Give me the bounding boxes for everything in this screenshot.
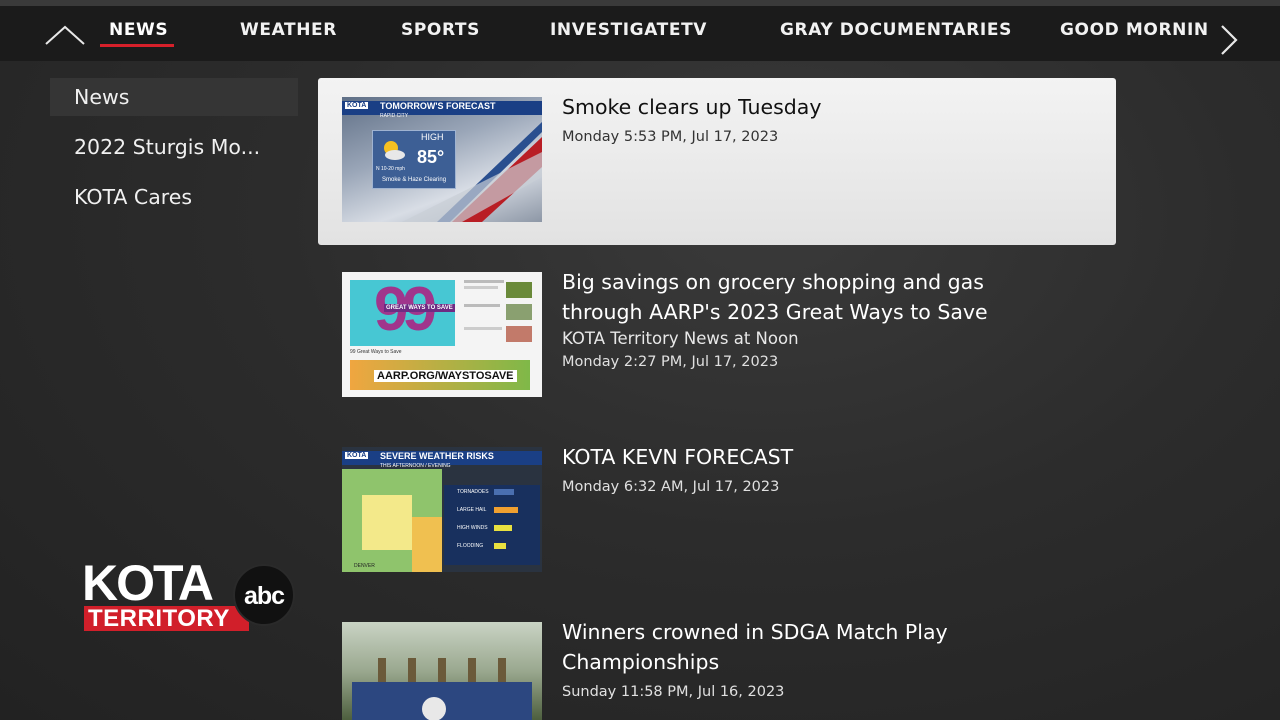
thumb-wind: N 10-20 mph xyxy=(376,166,405,172)
thumb-trophy xyxy=(468,658,476,682)
thumb-trophy xyxy=(438,658,446,682)
nav-tab-good-morning[interactable]: GOOD MORNING xyxy=(1060,20,1208,40)
thumb-risk-label: HIGH WINDS xyxy=(457,525,488,531)
nav-overflow-clip: GOOD MORNING xyxy=(1058,6,1208,61)
video-title: KOTA KEVN FORECAST xyxy=(562,445,794,469)
thumb-emblem xyxy=(422,697,446,720)
thumb-temperature: 85° xyxy=(417,147,445,167)
thumb-ribbon: GREAT WAYS TO SAVE xyxy=(384,304,455,312)
video-date: Monday 6:32 AM, Jul 17, 2023 xyxy=(562,479,780,495)
thumb-map-risk-area xyxy=(412,517,442,572)
thumb-risk-bar xyxy=(494,489,514,495)
thumb-text-line xyxy=(464,280,504,283)
video-title-line2: through AARP's 2023 Great Ways to Save xyxy=(562,300,988,324)
sidebar-item-news[interactable]: News xyxy=(50,78,298,116)
chevron-up-icon[interactable] xyxy=(44,24,86,46)
nav-tab-sports[interactable]: SPORTS xyxy=(401,20,480,40)
thumb-location: RAPID CITY xyxy=(380,113,409,119)
thumb-photo xyxy=(506,326,532,342)
video-title: Smoke clears up Tuesday xyxy=(562,95,822,119)
abc-network-logo: abc xyxy=(233,564,295,626)
thumb-risk-label: TORNADOES xyxy=(457,489,489,495)
logo-territory-text: TERRITORY xyxy=(88,605,230,632)
video-title-line1: Winners crowned in SDGA Match Play xyxy=(562,620,948,644)
thumb-trophy xyxy=(408,658,416,682)
thumb-map-risk-area xyxy=(362,495,412,550)
video-card-4[interactable]: Winners crowned in SDGA Match Play Champ… xyxy=(318,603,1116,720)
thumb-risk-label: LARGE HAIL xyxy=(457,507,487,513)
top-navigation: NEWS WEATHER SPORTS INVESTIGATETV GRAY D… xyxy=(0,0,1280,61)
thumb-text-line xyxy=(464,304,500,307)
thumb-text-line xyxy=(464,327,502,330)
thumb-risk-label: FLOODING xyxy=(457,543,484,549)
video-date: Sunday 11:58 PM, Jul 16, 2023 xyxy=(562,684,785,700)
thumb-city: DENVER xyxy=(354,563,375,569)
thumb-badge: KOTA xyxy=(345,102,369,109)
chevron-right-icon[interactable] xyxy=(1216,22,1242,58)
thumb-risk-bar xyxy=(494,507,518,513)
video-thumbnail: KOTA TOMORROW'S FORECAST RAPID CITY HIGH… xyxy=(342,97,542,222)
thumb-header: SEVERE WEATHER RISKS xyxy=(380,451,494,461)
thumb-risk-bar xyxy=(494,525,512,531)
video-show-name: KOTA Territory News at Noon xyxy=(562,329,799,348)
thumb-header: TOMORROW'S FORECAST xyxy=(380,101,496,111)
thumb-subtitle: 99 Great Ways to Save xyxy=(350,349,402,355)
thumb-text-line xyxy=(464,286,498,289)
video-thumbnail: 99 GREAT WAYS TO SAVE 99 Great Ways to S… xyxy=(342,272,542,397)
nav-tab-weather[interactable]: WEATHER xyxy=(240,20,337,40)
video-date: Monday 5:53 PM, Jul 17, 2023 xyxy=(562,129,779,145)
video-card-1[interactable]: KOTA TOMORROW'S FORECAST RAPID CITY HIGH… xyxy=(318,78,1116,245)
nav-tab-news[interactable]: NEWS xyxy=(109,20,168,40)
nav-tab-gray-documentaries[interactable]: GRAY DOCUMENTARIES xyxy=(780,20,1012,40)
thumb-photo xyxy=(506,282,532,298)
thumb-badge: KOTA xyxy=(345,452,369,459)
video-date: Monday 2:27 PM, Jul 17, 2023 xyxy=(562,354,779,370)
sun-cloud-icon xyxy=(384,141,405,160)
thumb-trophy xyxy=(498,658,506,682)
video-card-2[interactable]: 99 GREAT WAYS TO SAVE 99 Great Ways to S… xyxy=(318,253,1116,420)
thumb-high-label: HIGH xyxy=(421,132,444,142)
thumb-photo xyxy=(506,304,532,320)
video-thumbnail: KOTA SEVERE WEATHER RISKS THIS AFTERNOON… xyxy=(342,447,542,572)
video-title-line2: Championships xyxy=(562,650,720,674)
nav-tab-investigatetv[interactable]: INVESTIGATETV xyxy=(550,20,707,40)
thumb-risk-bar xyxy=(494,543,506,549)
video-title-line1: Big savings on grocery shopping and gas xyxy=(562,270,984,294)
video-card-3[interactable]: KOTA SEVERE WEATHER RISKS THIS AFTERNOON… xyxy=(318,428,1116,595)
logo-kota-text: KOTA xyxy=(82,555,214,611)
video-thumbnail xyxy=(342,622,542,720)
thumb-subheader: THIS AFTERNOON / EVENING xyxy=(380,463,451,469)
thumb-trophy xyxy=(378,658,386,682)
active-tab-indicator xyxy=(100,44,174,47)
thumb-caption: Smoke & Haze Clearing xyxy=(382,177,447,183)
sidebar-item-sturgis[interactable]: 2022 Sturgis Mo... xyxy=(50,128,298,166)
kota-territory-logo: KOTA TERRITORY abc xyxy=(82,558,296,636)
sidebar-item-kota-cares[interactable]: KOTA Cares xyxy=(50,178,298,216)
thumb-url: AARP.ORG/WAYSTOSAVE xyxy=(374,370,517,382)
